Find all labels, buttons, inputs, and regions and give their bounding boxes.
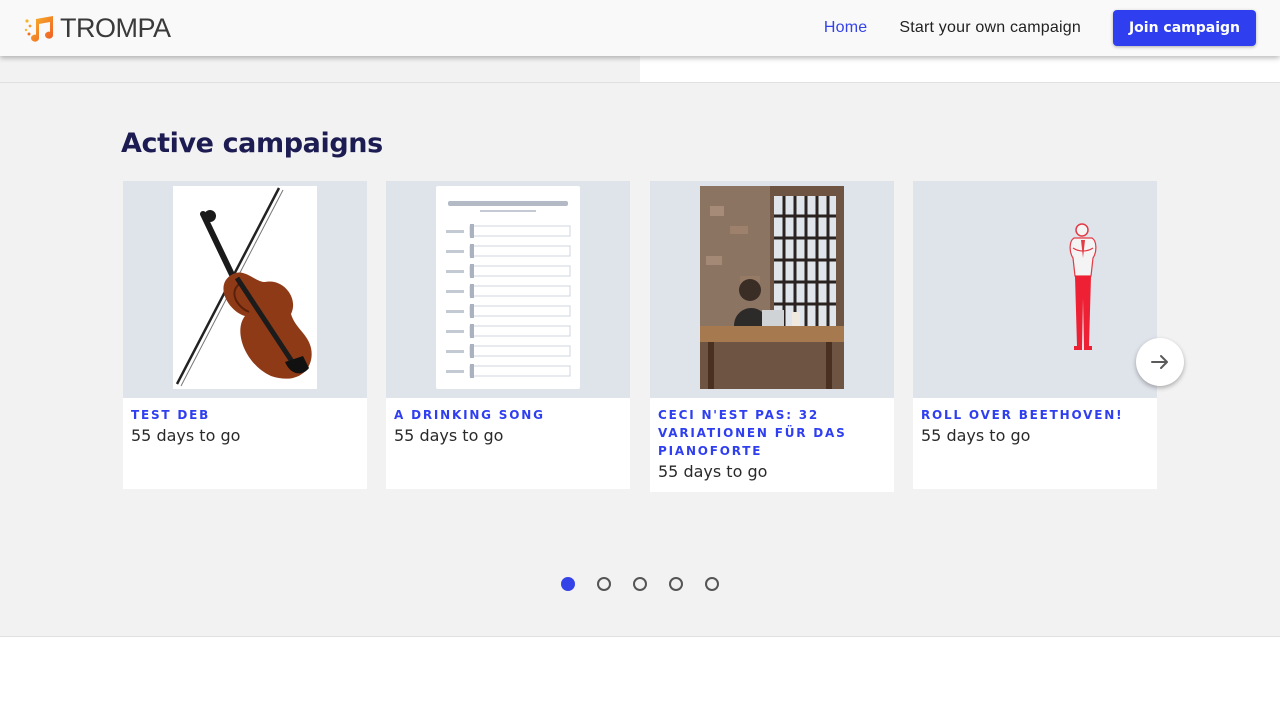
- card-days-left: 55 days to go: [131, 426, 241, 445]
- card-media: [913, 181, 1157, 398]
- join-campaign-button[interactable]: Join campaign: [1112, 10, 1256, 46]
- card-days-left: 55 days to go: [394, 426, 504, 445]
- card-days-left: 55 days to go: [658, 462, 768, 481]
- pagination-dot-4[interactable]: [669, 577, 683, 591]
- trompa-logo[interactable]: TROMPA: [24, 13, 171, 43]
- card-days-left: 55 days to go: [921, 426, 1031, 445]
- campaign-card[interactable]: A drinking song 55 days to go: [386, 181, 630, 489]
- carousel-pagination: [561, 577, 741, 591]
- main-nav: Home Start your own campaign Join campai…: [824, 10, 1256, 46]
- arrow-right-icon: [1151, 355, 1168, 369]
- music-note-logo-icon: [24, 16, 54, 42]
- section-title: Active campaigns: [121, 128, 383, 159]
- card-title[interactable]: Ceci n'est pas: 32 Variationen für das P…: [658, 406, 886, 460]
- site-header: TROMPA Home Start your own campaign Join…: [0, 0, 1280, 56]
- pagination-dot-2[interactable]: [597, 577, 611, 591]
- sheet-music-image: [436, 186, 580, 389]
- campaign-card[interactable]: Roll over Beethoven! 55 days to go: [913, 181, 1157, 489]
- person-at-desk-photo: [700, 186, 844, 389]
- pagination-dot-1[interactable]: [561, 577, 575, 591]
- card-title[interactable]: Test Deb: [131, 406, 359, 424]
- active-campaigns-section: Active campaigns Test Deb 55 days to go: [0, 82, 1280, 637]
- card-title[interactable]: Roll over Beethoven!: [921, 406, 1149, 424]
- card-media: [650, 181, 894, 398]
- campaign-card[interactable]: Test Deb 55 days to go: [123, 181, 367, 489]
- red-figure-illustration: [963, 186, 1107, 389]
- violin-image: [173, 186, 317, 389]
- pagination-dot-5[interactable]: [705, 577, 719, 591]
- card-title[interactable]: A drinking song: [394, 406, 622, 424]
- pagination-dot-3[interactable]: [633, 577, 647, 591]
- carousel-next-button[interactable]: [1136, 338, 1184, 386]
- nav-start-campaign-link[interactable]: Start your own campaign: [899, 10, 1081, 46]
- nav-home-link[interactable]: Home: [824, 10, 867, 46]
- logo-text: TROMPA: [60, 13, 171, 43]
- campaign-card[interactable]: Ceci n'est pas: 32 Variationen für das P…: [650, 181, 894, 492]
- card-media: [123, 181, 367, 398]
- card-media: [386, 181, 630, 398]
